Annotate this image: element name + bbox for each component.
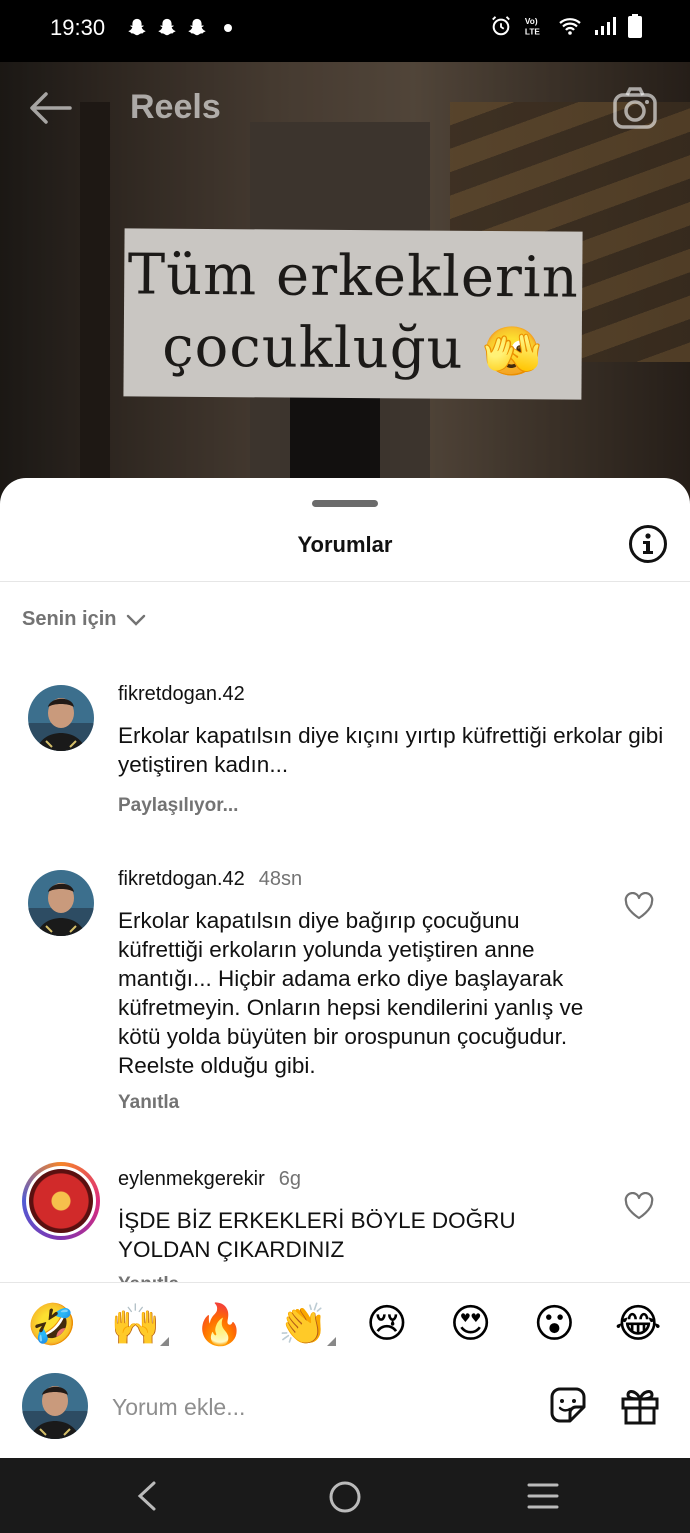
comment-time: 48sn [258, 868, 303, 890]
status-time: 19:30 [50, 15, 106, 40]
like-heart-icon[interactable] [624, 892, 654, 920]
sticker-icon[interactable] [546, 1383, 590, 1427]
comment-time: 6g [278, 1168, 301, 1190]
comment-text: Erkolar kapatılsın diye bağırıp çocuğunu… [118, 908, 584, 1078]
skin-tone-indicator-icon [327, 1337, 337, 1346]
lion-logo-icon [29, 1169, 93, 1233]
snapchat-icon [188, 18, 206, 36]
drag-handle[interactable] [312, 500, 378, 507]
signal-icon [595, 17, 616, 35]
video-caption-text: çocukluğu [162, 314, 464, 382]
notification-icons [126, 17, 232, 39]
comment-input-row [0, 1373, 690, 1443]
user-photo-icon [28, 685, 94, 751]
back-arrow-icon[interactable] [28, 90, 72, 126]
user-photo-icon [28, 870, 94, 936]
chevron-down-icon [127, 614, 146, 626]
avatar [22, 1373, 88, 1439]
comment-header: fikretdogan.42 48sn [118, 868, 302, 891]
alarm-icon [492, 16, 510, 36]
like-heart-icon[interactable] [624, 1192, 654, 1220]
sort-dropdown[interactable]: Senin için [22, 608, 146, 631]
face-peeking-emoji: 🫣 [482, 323, 544, 381]
user-photo-icon [22, 1373, 88, 1439]
system-icons: Vo) LTE [490, 14, 642, 38]
reels-header: Reels [0, 62, 690, 154]
android-nav-bar [0, 1458, 690, 1533]
comment-input[interactable] [112, 1389, 512, 1425]
snapchat-icon [128, 18, 146, 36]
camera-icon[interactable] [612, 86, 658, 130]
comment-header: fikretdogan.42 [118, 683, 245, 706]
emoji-rofl[interactable]: 🤣 [25, 1301, 79, 1348]
comment-status: Paylaşılıyor... [118, 795, 239, 816]
comment-text: İŞDE BİZ ERKEKLERİ BÖYLE DOĞRU YOLDAN ÇI… [118, 1208, 516, 1262]
avatar[interactable] [28, 870, 94, 936]
emoji-glyph: 👏 [278, 1303, 329, 1347]
avatar[interactable] [28, 685, 94, 751]
emoji-joy[interactable]: 😂 [611, 1301, 665, 1348]
emoji-fire[interactable]: 🔥 [192, 1301, 246, 1348]
gift-icon[interactable] [618, 1383, 662, 1427]
divider [0, 581, 690, 582]
comment-header: eylenmekgerekir 6g [118, 1168, 301, 1191]
comment-username[interactable]: eylenmekgerekir [118, 1168, 265, 1191]
avatar[interactable] [22, 1162, 100, 1240]
comment-username[interactable]: fikretdogan.42 [118, 683, 245, 706]
emoji-clap[interactable]: 👏 [276, 1301, 337, 1348]
comment-text: Erkolar kapatılsın diye kıçını yırtıp kü… [118, 723, 664, 777]
video-caption-card: Tüm erkeklerin çocukluğu 🫣 [123, 228, 583, 400]
emoji-open-mouth[interactable]: 😮 [527, 1301, 581, 1348]
volte-icon: Vo)LTE [525, 17, 540, 36]
video-caption-line-1: Tüm erkeklerin [127, 242, 579, 311]
battery-icon [628, 14, 642, 38]
sort-label: Senin için [22, 608, 117, 630]
nav-recents-icon[interactable] [526, 1480, 560, 1512]
svg-text:Vo): Vo) [525, 17, 538, 26]
comment-username[interactable]: fikretdogan.42 [118, 868, 245, 891]
video-caption-line-2: çocukluğu 🫣 [162, 312, 543, 389]
emoji-heart-eyes[interactable]: 😍 [444, 1301, 498, 1348]
snapchat-icon [158, 18, 176, 36]
status-bar: 19:30 Vo) LTE [0, 0, 690, 62]
skin-tone-indicator-icon [159, 1337, 169, 1346]
avatar-frame [26, 1166, 96, 1236]
page-title: Reels [130, 88, 221, 126]
nav-home-icon[interactable] [328, 1480, 362, 1514]
wifi-icon [559, 18, 581, 35]
comment-composer: 🤣 🙌 🔥 👏 😢 😍 😮 😂 [0, 1282, 690, 1458]
nav-back-icon[interactable] [134, 1480, 160, 1512]
dot-icon [224, 24, 232, 32]
emoji-crying[interactable]: 😢 [360, 1301, 414, 1348]
emoji-raised-hands[interactable]: 🙌 [109, 1301, 169, 1348]
svg-text:LTE: LTE [525, 27, 540, 36]
reply-button[interactable]: Yanıtla [118, 1092, 179, 1114]
emoji-glyph: 🙌 [110, 1303, 161, 1347]
sheet-title: Yorumlar [297, 532, 393, 557]
quick-emoji-bar: 🤣 🙌 🔥 👏 😢 😍 😮 😂 [0, 1301, 690, 1348]
info-icon[interactable] [628, 524, 668, 564]
